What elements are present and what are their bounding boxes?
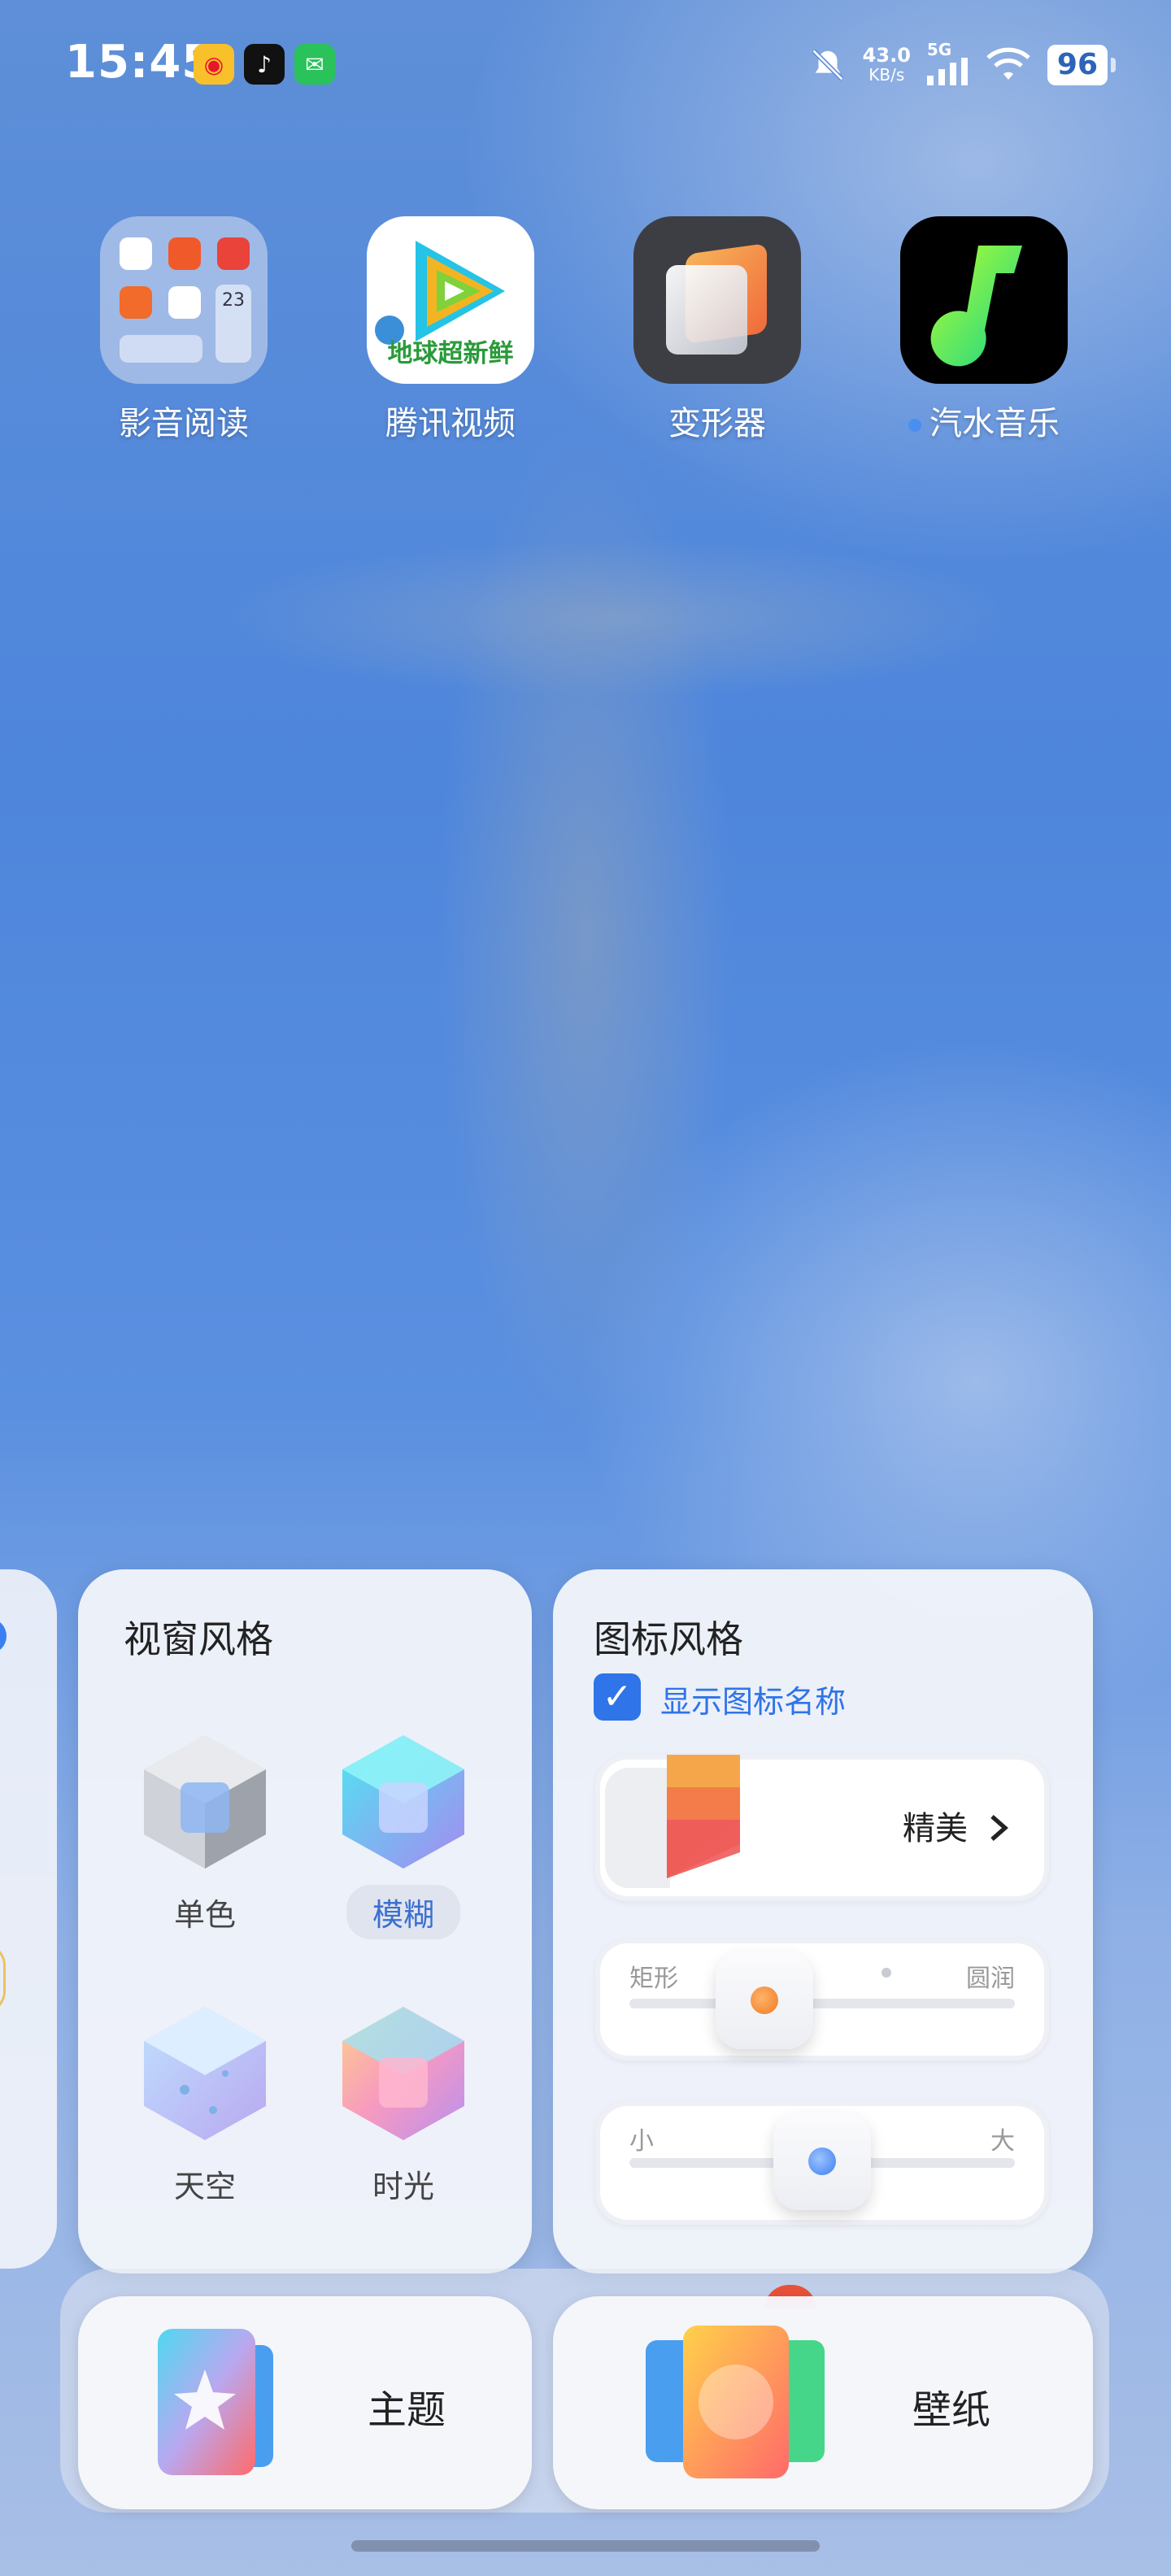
shape-slider-left-label: 矩形: [629, 1965, 678, 1993]
status-time: 15:45: [65, 36, 215, 89]
size-slider-left-label: 小: [629, 2127, 654, 2156]
wallpaper-label: 壁纸: [912, 2387, 991, 2433]
mini-widget: [120, 335, 202, 363]
app-label-text: 汽水音乐: [929, 405, 1060, 442]
knob-dot-icon: [808, 2147, 836, 2175]
wifi-icon: [986, 47, 1030, 80]
cube-shape: [666, 265, 747, 355]
icon-style-title: 图标风格: [594, 1617, 743, 1661]
show-icon-names-checkbox[interactable]: ✓: [594, 1673, 641, 1721]
style-option-mono[interactable]: 单色: [124, 1729, 286, 1939]
size-slider[interactable]: 小 大: [595, 2101, 1049, 2225]
window-style-title: 视窗风格: [124, 1617, 273, 1661]
tencent-video-icon: 地球超新鲜: [367, 216, 534, 384]
size-slider-right-label: 大: [990, 2127, 1015, 2156]
app-label: 腾讯视频: [385, 405, 516, 442]
style-label: 单色: [173, 1897, 236, 1933]
signal-type: 5G: [926, 40, 952, 59]
network-speed-value: 43.0: [862, 44, 911, 67]
style-option-time[interactable]: 时光: [322, 2000, 485, 2211]
folder-icon: 23: [100, 216, 268, 384]
transformer-icon: [633, 216, 801, 384]
status-bar: 15:45 ◉ ♪ ✉ 43.0 KB/s 5G 96: [0, 0, 1171, 130]
mute-bell-icon: [812, 49, 843, 81]
style-option-blur[interactable]: 模糊: [322, 1729, 485, 1939]
wechat-notification-icon: ✉: [294, 44, 335, 85]
knob-dot-icon: [750, 1986, 778, 2014]
mini-app-icon: [168, 237, 201, 270]
app-transformer[interactable]: 变形器: [628, 216, 807, 444]
mini-app-icon: [168, 286, 201, 319]
signal-icon: 5G: [926, 40, 969, 85]
app-label: 变形器: [668, 405, 766, 442]
shape-slider[interactable]: 矩形 圆润: [595, 1939, 1049, 2060]
icon-style-preview-icon: [667, 1755, 740, 1878]
icon-style-name: 精美: [903, 1810, 968, 1847]
shape-slider-right-label: 圆润: [966, 1965, 1015, 1993]
preview-backdrop: [605, 1768, 670, 1888]
window-style-card: 视窗风格 单色 模糊 天空 时光: [78, 1569, 532, 2274]
icon-style-selector[interactable]: 精美: [595, 1755, 1049, 1901]
theme-label: 主题: [368, 2387, 446, 2433]
theme-button[interactable]: 主题: [78, 2296, 532, 2509]
size-slider-knob[interactable]: [773, 2113, 871, 2210]
new-dot-icon: [908, 419, 921, 432]
tiktok-notification-icon: ♪: [244, 44, 285, 85]
app-folder-media[interactable]: 23 影音阅读: [94, 216, 273, 444]
app-soda-music[interactable]: 汽水音乐: [895, 216, 1073, 444]
battery-indicator: 96: [1047, 45, 1117, 85]
style-label: 时光: [372, 2169, 434, 2204]
previous-card-edge[interactable]: [0, 1569, 57, 2269]
mono-cube-icon: [136, 1729, 274, 1875]
slider-tick: [882, 1968, 891, 1978]
style-label-selected: 模糊: [346, 1885, 460, 1939]
shape-slider-knob[interactable]: [715, 1952, 813, 2049]
sky-cube-icon: [136, 2000, 274, 2147]
shape-slider-track: [629, 1999, 1015, 2008]
time-cube-icon: [334, 2000, 472, 2147]
show-icon-names-label[interactable]: 显示图标名称: [660, 1677, 846, 1721]
app-tencent-video[interactable]: 地球超新鲜 腾讯视频: [361, 216, 540, 444]
app-label: 影音阅读: [119, 405, 249, 442]
chevron-right-icon: [990, 1815, 1008, 1841]
style-label: 天空: [173, 2169, 236, 2204]
wallpaper-button[interactable]: 壁纸: [553, 2296, 1093, 2509]
soda-music-icon: [900, 216, 1068, 384]
style-option-sky[interactable]: 天空: [124, 2000, 286, 2211]
promo-badge-text: 地球超新鲜: [387, 339, 514, 368]
app-label: 汽水音乐: [895, 397, 1073, 444]
wallpaper-icon: [646, 2326, 825, 2478]
baidu-mini-icon: [120, 237, 152, 270]
mini-app-icon: [217, 237, 250, 270]
calendar-mini-widget: 23: [215, 285, 251, 363]
theme-icon: [158, 2329, 273, 2475]
home-indicator[interactable]: [351, 2540, 820, 2552]
weibo-notification-icon: ◉: [194, 44, 234, 85]
network-speed-unit: KB/s: [868, 65, 905, 85]
status-indicators: 43.0 KB/s 5G 96: [809, 40, 1117, 89]
network-speed: 43.0 KB/s: [863, 46, 911, 85]
blur-cube-icon: [334, 1729, 472, 1875]
mini-app-icon: [120, 286, 152, 319]
